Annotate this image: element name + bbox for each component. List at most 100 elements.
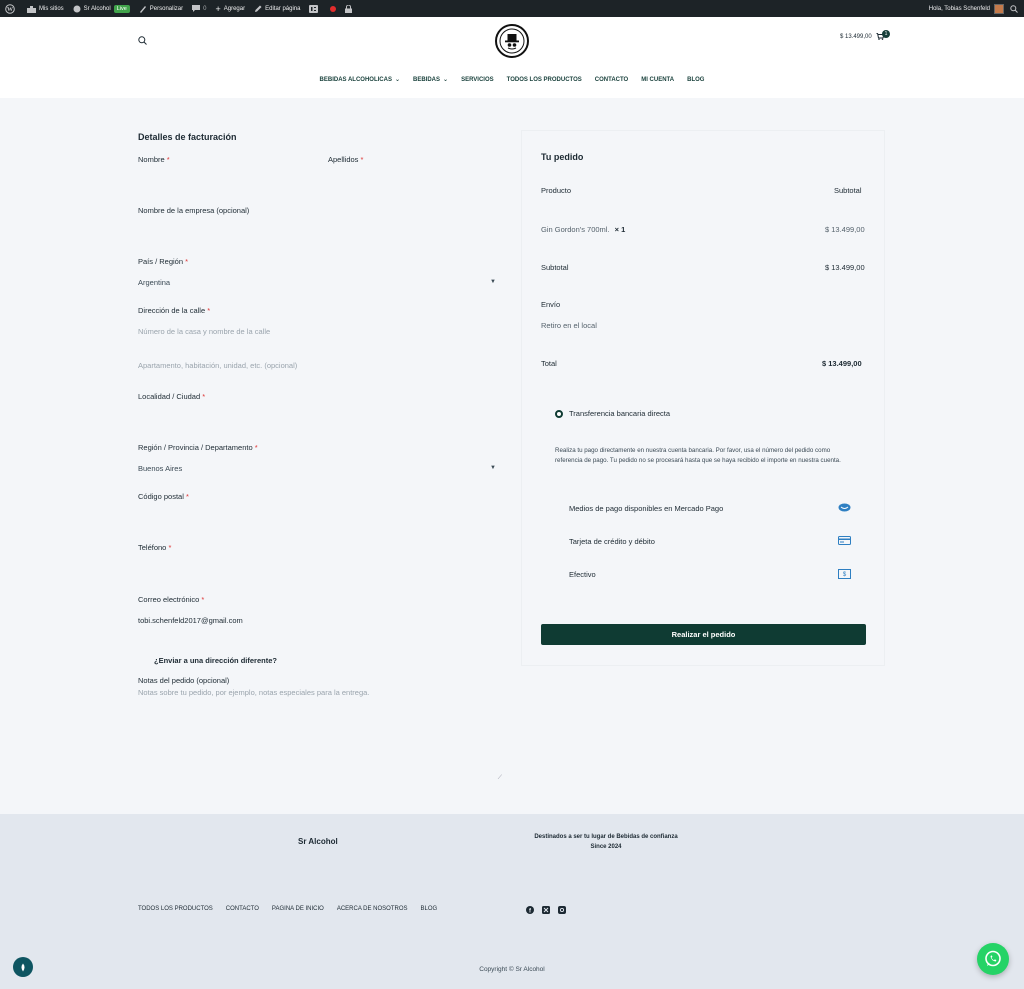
checkbox[interactable]: [138, 655, 148, 665]
customize-link[interactable]: Personalizar: [139, 5, 183, 13]
site-name-menu[interactable]: Sr Alcohol Live: [73, 4, 130, 13]
nav-label: CONTACTO: [594, 76, 629, 83]
comments-link[interactable]: 0: [192, 5, 206, 12]
billing-title: Detalles de facturación: [138, 132, 237, 142]
nav-item-mi-cuenta[interactable]: MI CUENTA: [641, 76, 674, 83]
place-order-button[interactable]: Realizar el pedido: [541, 624, 866, 645]
record-icon[interactable]: [330, 5, 337, 12]
order-review: [521, 130, 885, 666]
pencil-icon: [255, 5, 262, 12]
payment-method-bacs[interactable]: Transferencia bancaria directa: [555, 409, 670, 418]
payment-option-card[interactable]: Tarjeta de crédito y débito: [569, 537, 655, 546]
my-sites-icon: [27, 5, 36, 13]
street2-input[interactable]: Apartamento, habitación, unidad, etc. (o…: [138, 361, 297, 370]
city-label: Localidad / Ciudad *: [138, 392, 206, 401]
order-notes-textarea[interactable]: Notas sobre tu pedido, por ejemplo, nota…: [138, 688, 504, 784]
nav-item-bebidas-alcoholicas[interactable]: BEBIDAS ALCOHOLICAS ⌄: [320, 76, 401, 84]
facebook-icon[interactable]: f: [526, 906, 534, 914]
footer-link-acerca[interactable]: ACERCA DE NOSOTROS: [337, 906, 408, 912]
comments-count: 0: [203, 5, 207, 12]
resize-handle-icon[interactable]: ⟋: [498, 775, 502, 782]
whatsapp-button[interactable]: [977, 943, 1009, 975]
payment-option-label: Medios de pago disponibles en Mercado Pa…: [569, 504, 724, 513]
header-cart[interactable]: $ 13.499,00 1: [840, 30, 890, 40]
radio-selected-icon[interactable]: [555, 409, 563, 418]
city-input[interactable]: [138, 404, 504, 424]
nav-label: BEBIDAS: [413, 76, 441, 83]
email-input[interactable]: tobi.schenfeld2017@gmail.com: [138, 616, 243, 625]
since-text: Since 2024: [590, 844, 622, 850]
first-name-input[interactable]: [138, 167, 318, 187]
phone-input[interactable]: [138, 555, 504, 575]
postcode-input[interactable]: [138, 504, 504, 524]
my-sites-menu[interactable]: Mis sitios: [27, 5, 64, 13]
shipping-label: Envío: [541, 300, 561, 309]
nav-item-bebidas[interactable]: BEBIDAS ⌄: [413, 76, 448, 84]
instagram-icon[interactable]: [558, 906, 566, 914]
greeting: Hola, Tobias Schenfeld: [928, 5, 990, 12]
social-links: f: [526, 906, 566, 914]
nav-item-contacto[interactable]: CONTACTO: [595, 76, 628, 83]
footer-link-inicio[interactable]: PAGINA DE INICIO: [272, 906, 324, 912]
lock-icon[interactable]: [345, 4, 355, 13]
notes-placeholder: Notas sobre tu pedido, por ejemplo, nota…: [138, 688, 370, 697]
x-twitter-icon[interactable]: [542, 906, 550, 914]
footer-link-productos[interactable]: TODOS LOS PRODUCTOS: [138, 906, 213, 912]
brush-icon: [139, 5, 146, 13]
mercadopago-icon: [838, 503, 851, 512]
nav-item-servicios[interactable]: SERVICIOS: [461, 76, 494, 83]
street-input[interactable]: Número de la casa y nombre de la calle: [138, 327, 270, 336]
postcode-label: Código postal *: [138, 492, 189, 501]
footer-link-blog[interactable]: BLOG: [421, 906, 438, 912]
dropdown-caret-icon: ▼: [490, 465, 496, 471]
avatar[interactable]: [994, 3, 1004, 14]
country-label: País / Región *: [138, 257, 189, 266]
elementor-icon[interactable]: [309, 4, 321, 13]
chevron-down-icon: ⌄: [394, 77, 401, 83]
accessibility-button[interactable]: [13, 957, 33, 977]
nav-item-blog[interactable]: BLOG: [687, 76, 704, 83]
subtotal-label: Subtotal: [541, 263, 569, 272]
site-logo[interactable]: [495, 24, 529, 58]
credit-card-icon: [838, 536, 851, 545]
svg-text:W: W: [7, 7, 13, 13]
admin-account[interactable]: Hola, Tobias Schenfeld: [929, 0, 1018, 17]
street-label: Dirección de la calle *: [138, 306, 211, 315]
wordpress-logo-icon[interactable]: W: [5, 3, 18, 14]
ship-different-checkbox[interactable]: ¿Enviar a una dirección diferente?: [138, 655, 277, 665]
shipping-value: Retiro en el local: [541, 321, 597, 330]
item-qty: × 1: [614, 225, 626, 234]
copyright: Copyright © Sr Alcohol: [479, 966, 545, 973]
new-content-menu[interactable]: + Agregar: [215, 4, 245, 14]
payment-option-cash[interactable]: Efectivo: [569, 570, 596, 579]
country-select[interactable]: Argentina ▼: [138, 275, 496, 289]
last-name-input[interactable]: [328, 167, 504, 187]
phone-label: Teléfono *: [138, 543, 172, 552]
order-title: Tu pedido: [541, 152, 584, 162]
payment-method-label: Transferencia bancaria directa: [569, 409, 671, 418]
nav-item-todos-los-productos[interactable]: TODOS LOS PRODUCTOS: [507, 76, 582, 83]
payment-description: Realiza tu pago directamente en nuestra …: [555, 447, 841, 464]
nav-label: SERVICIOS: [461, 76, 494, 83]
payment-option-label: Efectivo: [569, 570, 596, 579]
footer-link-contacto[interactable]: CONTACTO: [226, 906, 259, 912]
footer-links: TODOS LOS PRODUCTOS CONTACTO PAGINA DE I…: [138, 906, 437, 912]
email-label: Correo electrónico *: [138, 595, 205, 604]
company-input[interactable]: [138, 218, 504, 238]
search-icon[interactable]: [138, 36, 147, 45]
state-select[interactable]: Buenos Aires ▼: [138, 461, 496, 475]
order-item: Gin Gordon's 700ml. × 1: [541, 225, 625, 234]
comment-icon: [192, 5, 201, 12]
edit-page-link[interactable]: Editar página: [254, 5, 300, 13]
accessibility-icon: [21, 963, 25, 971]
column-product: Producto: [541, 186, 572, 195]
column-subtotal: Subtotal: [834, 186, 862, 195]
payment-option-mercadopago[interactable]: Medios de pago disponibles en Mercado Pa…: [569, 504, 723, 513]
cart-count-badge: 1: [882, 30, 890, 38]
admin-search-icon[interactable]: [1010, 4, 1018, 13]
state-label: Región / Provincia / Departamento *: [138, 443, 258, 452]
main-nav: BEBIDAS ALCOHOLICAS ⌄ BEBIDAS ⌄ SERVICIOS …: [0, 76, 1024, 84]
customize-label: Personalizar: [149, 5, 184, 12]
home-icon: [73, 5, 81, 12]
state-value: Buenos Aires: [138, 463, 183, 473]
